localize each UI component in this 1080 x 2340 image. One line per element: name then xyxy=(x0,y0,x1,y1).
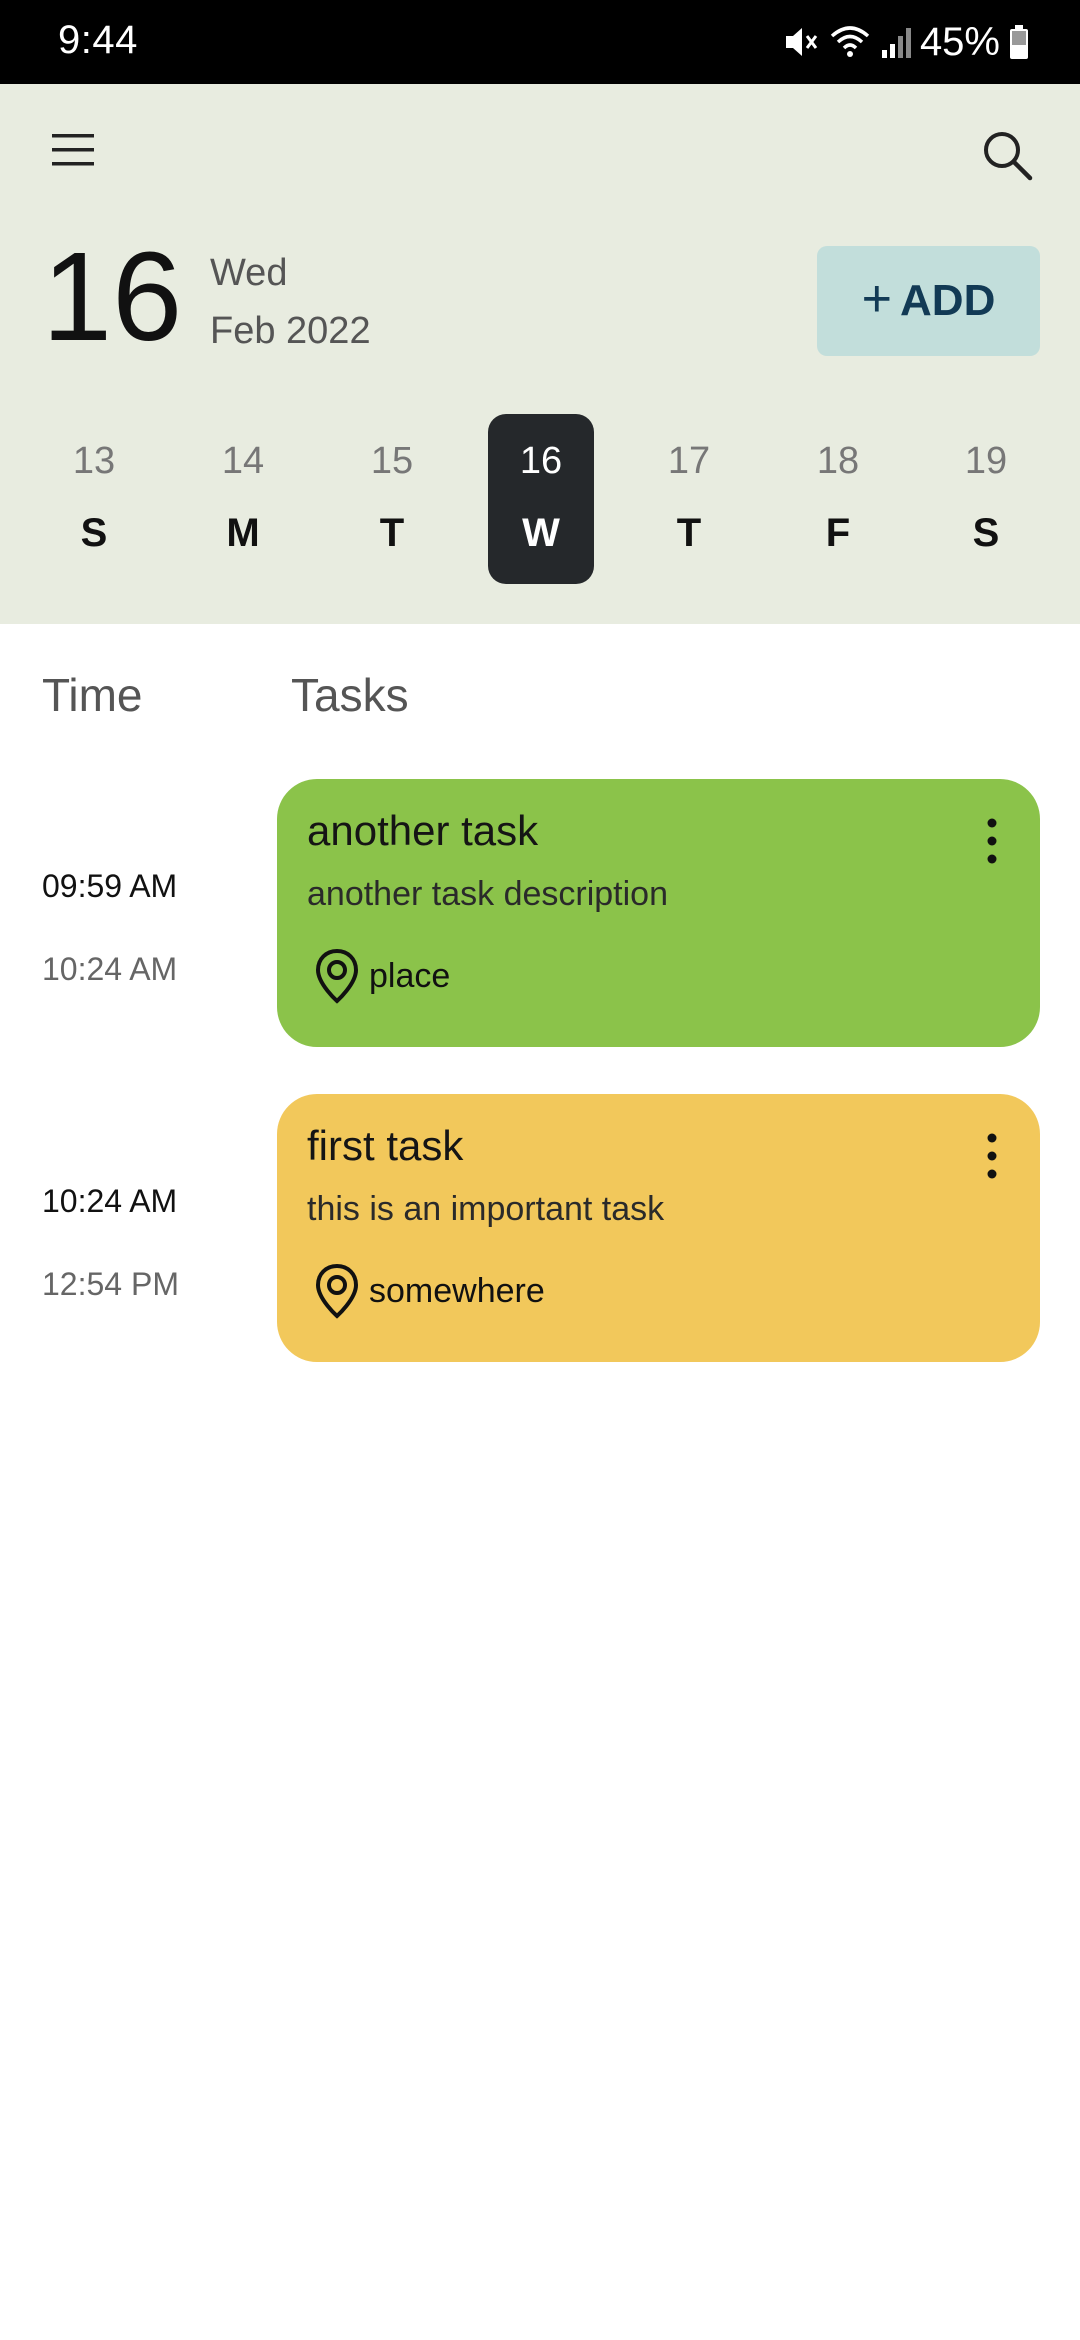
time-column-header: Time xyxy=(42,669,143,721)
wifi-icon xyxy=(830,26,870,57)
day-number: 18 xyxy=(816,440,860,482)
signal-icon xyxy=(881,28,911,58)
task-description: another task description xyxy=(307,875,668,913)
task-end-time: 12:54 PM xyxy=(42,1266,179,1302)
day-number: 15 xyxy=(370,440,414,482)
battery-percent: 45% xyxy=(919,19,1000,64)
plus-icon: + xyxy=(861,270,893,328)
selected-weekday: Wed xyxy=(210,252,288,294)
menu-button[interactable] xyxy=(50,130,96,170)
day-14[interactable]: 14 M xyxy=(190,414,296,584)
more-options-icon[interactable] xyxy=(977,815,1007,867)
day-letter: F xyxy=(825,511,851,555)
add-label: ADD xyxy=(900,276,996,325)
selected-day-number: 16 xyxy=(42,226,183,367)
task-location: somewhere xyxy=(369,1272,545,1310)
week-strip: 13 S 14 M 15 T 16 W 17 T 18 F 19 S xyxy=(0,414,1080,594)
task-title: first task xyxy=(307,1122,464,1169)
battery-icon xyxy=(1010,25,1028,59)
more-options-icon[interactable] xyxy=(977,1130,1007,1182)
day-19[interactable]: 19 S xyxy=(933,414,1039,584)
task-description: this is an important task xyxy=(307,1190,665,1228)
day-13[interactable]: 13 S xyxy=(41,414,147,584)
status-bar: 9:44 45% xyxy=(0,0,1080,84)
day-number: 19 xyxy=(964,440,1008,482)
day-16-selected[interactable]: 16 W xyxy=(488,414,594,584)
task-location: place xyxy=(369,957,451,995)
day-letter: T xyxy=(676,511,702,555)
mute-icon xyxy=(785,28,818,56)
day-letter: M xyxy=(226,511,260,555)
search-icon xyxy=(984,132,1033,181)
status-time: 9:44 xyxy=(58,18,138,62)
calendar-header: 16 Wed Feb 2022 + ADD 13 S 14 M 15 T 16 … xyxy=(0,84,1080,624)
day-number: 14 xyxy=(221,440,265,482)
day-17[interactable]: 17 T xyxy=(636,414,742,584)
task-card[interactable]: first task this is an important task som… xyxy=(277,1094,1040,1362)
day-number: 17 xyxy=(667,440,711,482)
day-letter: W xyxy=(522,511,560,555)
location-pin-icon xyxy=(315,1263,359,1319)
task-end-time: 10:24 AM xyxy=(42,951,178,987)
day-letter: T xyxy=(379,511,405,555)
day-number: 13 xyxy=(72,440,116,482)
search-button[interactable] xyxy=(980,128,1036,184)
day-number: 16 xyxy=(519,440,563,482)
tasks-column-header: Tasks xyxy=(291,669,409,721)
task-start-time: 09:59 AM xyxy=(42,868,178,904)
selected-month-year: Feb 2022 xyxy=(210,310,371,352)
day-15[interactable]: 15 T xyxy=(339,414,445,584)
day-letter: S xyxy=(80,511,108,555)
status-icons: 45% xyxy=(780,16,1030,68)
task-start-time: 10:24 AM xyxy=(42,1183,178,1219)
day-18[interactable]: 18 F xyxy=(785,414,891,584)
task-card[interactable]: another task another task description pl… xyxy=(277,779,1040,1047)
add-task-button[interactable]: + ADD xyxy=(817,246,1040,356)
location-pin-icon xyxy=(315,948,359,1004)
menu-icon xyxy=(52,134,94,166)
task-title: another task xyxy=(307,807,539,854)
day-letter: S xyxy=(972,511,1000,555)
